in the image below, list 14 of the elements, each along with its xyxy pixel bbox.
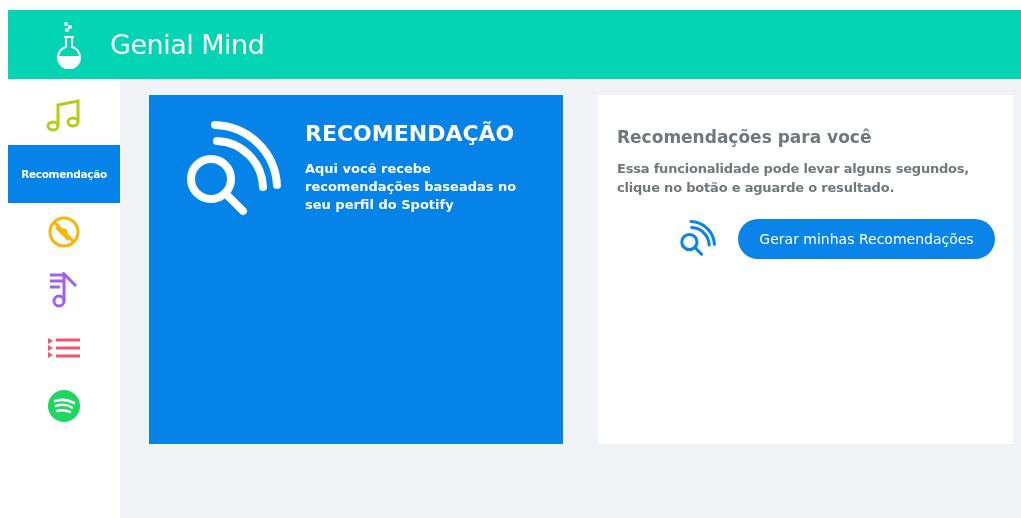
- generate-button[interactable]: Gerar minhas Recomendações: [738, 219, 995, 259]
- feature-title: RECOMENDAÇÃO: [305, 121, 516, 146]
- flask-icon: [54, 20, 84, 69]
- playlist-icon: [48, 272, 80, 308]
- music-note-icon: [46, 99, 82, 133]
- nav-item[interactable]: Recomendação: [8, 145, 120, 203]
- disc-icon: [47, 215, 81, 249]
- list-icon: [47, 337, 81, 359]
- card-title: Recomendações para você: [617, 127, 873, 147]
- feature-description: Aqui você recebe recomendações baseadas no seu perfil do Spotify: [305, 160, 518, 214]
- card-description: Essa funcionalidade pode levar alguns segundos, clique no botão e aguarde o resultado.: [617, 160, 971, 197]
- spotify-icon: [48, 390, 80, 422]
- search-signal-icon: [678, 220, 716, 258]
- app-title: Genial Mind: [110, 29, 265, 60]
